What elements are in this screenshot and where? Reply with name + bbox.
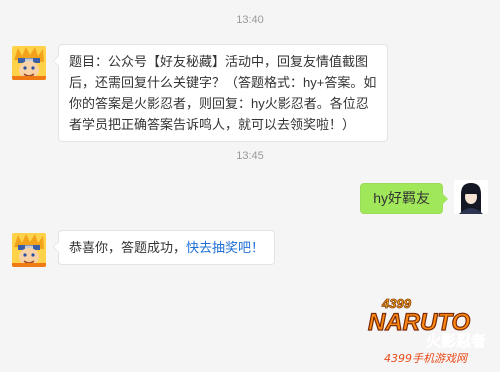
bot-avatar[interactable]	[12, 233, 46, 267]
message-bubble-question: 题目：公众号【好友秘藏】活动中，回复友情值截图后，还需回复什么关键字？（答题格式…	[53, 44, 388, 142]
message-bubble-answer: hy好羁友	[360, 183, 448, 214]
message-bubble-result: 恭喜你，答题成功，快去抽奖吧！	[52, 230, 276, 265]
watermark-cn-title: 火影忍者	[426, 332, 486, 350]
timestamp: 13:45	[236, 150, 264, 162]
user-avatar[interactable]	[454, 180, 488, 214]
watermark-subtitle: 4399手机游戏网	[384, 352, 469, 365]
naruto-logo-icon: 4399 NARUTO 火影忍者 4399手机游戏网	[367, 296, 486, 365]
draw-prize-link[interactable]: 快去抽奖吧！	[186, 240, 264, 255]
message-text: hy好羁友	[373, 190, 430, 206]
message-text: 题目：公众号【好友秘藏】活动中，回复友情值截图后，还需回复什么关键字？（答题格式…	[69, 54, 377, 132]
naruto-4399-watermark: 4399 NARUTO 火影忍者 4399手机游戏网	[364, 294, 494, 366]
naruto-avatar-icon	[12, 46, 46, 80]
bot-avatar[interactable]	[12, 46, 46, 80]
naruto-avatar-icon	[12, 233, 46, 267]
message-text: 恭喜你，答题成功，	[69, 240, 187, 255]
timestamp: 13:40	[236, 14, 264, 26]
user-avatar-icon	[454, 180, 488, 214]
